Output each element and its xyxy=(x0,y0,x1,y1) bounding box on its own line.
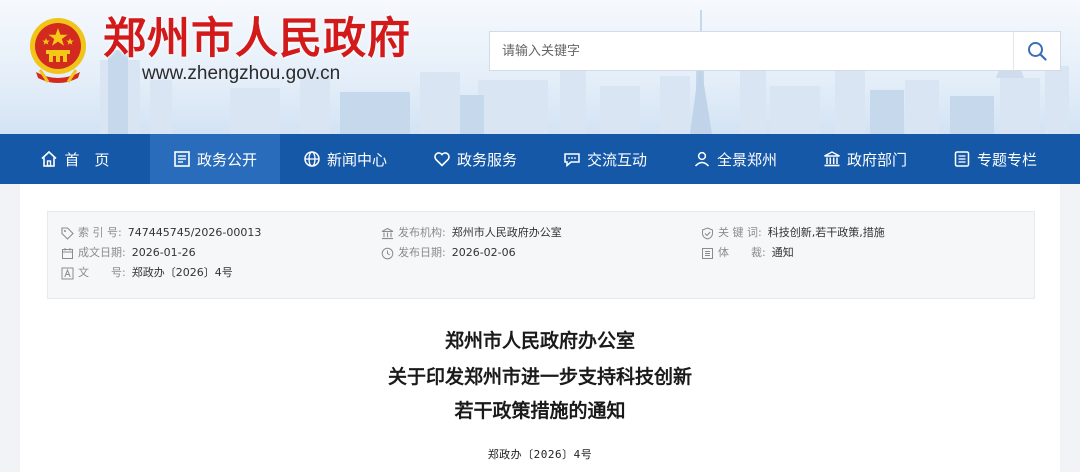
meta-publisher-label: 发布机构: xyxy=(398,226,446,239)
main-nav: 首 页 政务公开 新闻中心 政务服务 交流互动 全景郑州 政府部门 专题专栏 xyxy=(0,134,1080,184)
meta-index-no-label: 索 引 号: xyxy=(78,226,122,239)
document-title-line-2: 关于印发郑州市进一步支持科技创新 xyxy=(387,366,692,388)
nav-item-label: 全景郑州 xyxy=(716,150,777,169)
heart-icon xyxy=(434,152,450,167)
nav-item-label: 首 页 xyxy=(64,150,110,169)
nav-item-label: 政务服务 xyxy=(456,150,517,169)
meta-publisher: 发布机构: 郑州市人民政府办公室 xyxy=(381,226,562,240)
document-title-line-3: 若干政策措施的通知 xyxy=(454,400,626,422)
nav-item-gov-departments[interactable]: 政府部门 xyxy=(800,134,930,184)
meta-publish-date-label: 发布日期: xyxy=(398,246,446,259)
meta-genre-value: 通知 xyxy=(771,246,794,259)
nav-item-label: 专题专栏 xyxy=(976,150,1037,169)
meta-genre-label: 体 裁: xyxy=(718,246,766,259)
globe-icon xyxy=(304,151,320,167)
site-header: 郑州市人民政府 www.zhengzhou.gov.cn xyxy=(0,0,1080,134)
document-title-line-1: 郑州市人民政府办公室 xyxy=(444,330,635,352)
meta-created-date-label: 成文日期: xyxy=(78,246,126,259)
meta-keywords: 关 键 词: 科技创新,若干政策,措施 xyxy=(701,226,885,240)
meta-genre: 体 裁: 通知 xyxy=(701,246,794,260)
meta-publisher-value: 郑州市人民政府办公室 xyxy=(451,226,562,239)
meta-keywords-value: 科技创新,若干政策,措施 xyxy=(767,226,885,239)
calendar-icon xyxy=(62,247,73,259)
text-a-icon xyxy=(61,267,74,279)
chat-icon xyxy=(564,153,580,168)
search-input[interactable] xyxy=(490,32,1014,70)
nav-item-label: 政务公开 xyxy=(196,150,257,169)
meta-doc-no: 文 号: 郑政办〔2026〕4号 xyxy=(61,266,233,280)
article-panel: 索 引 号: 747445745/2026-00013 发布机构: 郑州市人民政… xyxy=(20,184,1060,472)
nav-item-interaction[interactable]: 交流互动 xyxy=(540,134,670,184)
meta-created-date-value: 2026-01-26 xyxy=(131,246,196,259)
nav-item-home[interactable]: 首 页 xyxy=(0,134,150,184)
clock-icon xyxy=(381,247,394,259)
meta-doc-no-label: 文 号: xyxy=(78,266,126,279)
document-number: 郑政办〔2026〕4号 xyxy=(487,448,593,461)
nav-item-gov-services[interactable]: 政务服务 xyxy=(410,134,540,184)
nav-item-special-topics[interactable]: 专题专栏 xyxy=(930,134,1060,184)
meta-publish-date: 发布日期: 2026-02-06 xyxy=(381,246,516,260)
user-location-icon xyxy=(694,151,710,167)
tag-icon xyxy=(61,226,74,240)
meta-publish-date-value: 2026-02-06 xyxy=(451,246,516,259)
national-emblem-icon xyxy=(30,18,86,83)
nav-item-label: 交流互动 xyxy=(586,150,647,169)
site-url[interactable]: www.zhengzhou.gov.cn xyxy=(142,62,340,86)
meta-keywords-label: 关 键 词: xyxy=(718,226,762,239)
nav-item-panorama[interactable]: 全景郑州 xyxy=(670,134,800,184)
search-box xyxy=(489,31,1061,71)
site-title[interactable]: 郑州市人民政府 xyxy=(103,12,411,66)
nav-item-label: 政府部门 xyxy=(846,150,907,169)
meta-index-no-value: 747445745/2026-00013 xyxy=(127,226,262,239)
nav-item-gov-affairs-open[interactable]: 政务公开 xyxy=(150,134,280,184)
list-icon xyxy=(702,247,713,259)
nav-item-news-center[interactable]: 新闻中心 xyxy=(280,134,410,184)
nav-item-label: 新闻中心 xyxy=(326,150,387,169)
home-icon xyxy=(41,150,58,167)
building-icon xyxy=(824,151,840,167)
meta-doc-no-value: 郑政办〔2026〕4号 xyxy=(131,266,233,279)
institution-icon xyxy=(381,227,394,239)
search-button[interactable] xyxy=(1013,32,1060,70)
search-icon xyxy=(1028,42,1047,61)
shield-check-icon xyxy=(702,226,713,240)
document-icon xyxy=(174,151,190,167)
meta-created-date: 成文日期: 2026-01-26 xyxy=(61,246,196,260)
topic-icon xyxy=(954,151,970,167)
meta-index-no: 索 引 号: 747445745/2026-00013 xyxy=(61,226,261,240)
document-metadata: 索 引 号: 747445745/2026-00013 发布机构: 郑州市人民政… xyxy=(47,211,1035,299)
